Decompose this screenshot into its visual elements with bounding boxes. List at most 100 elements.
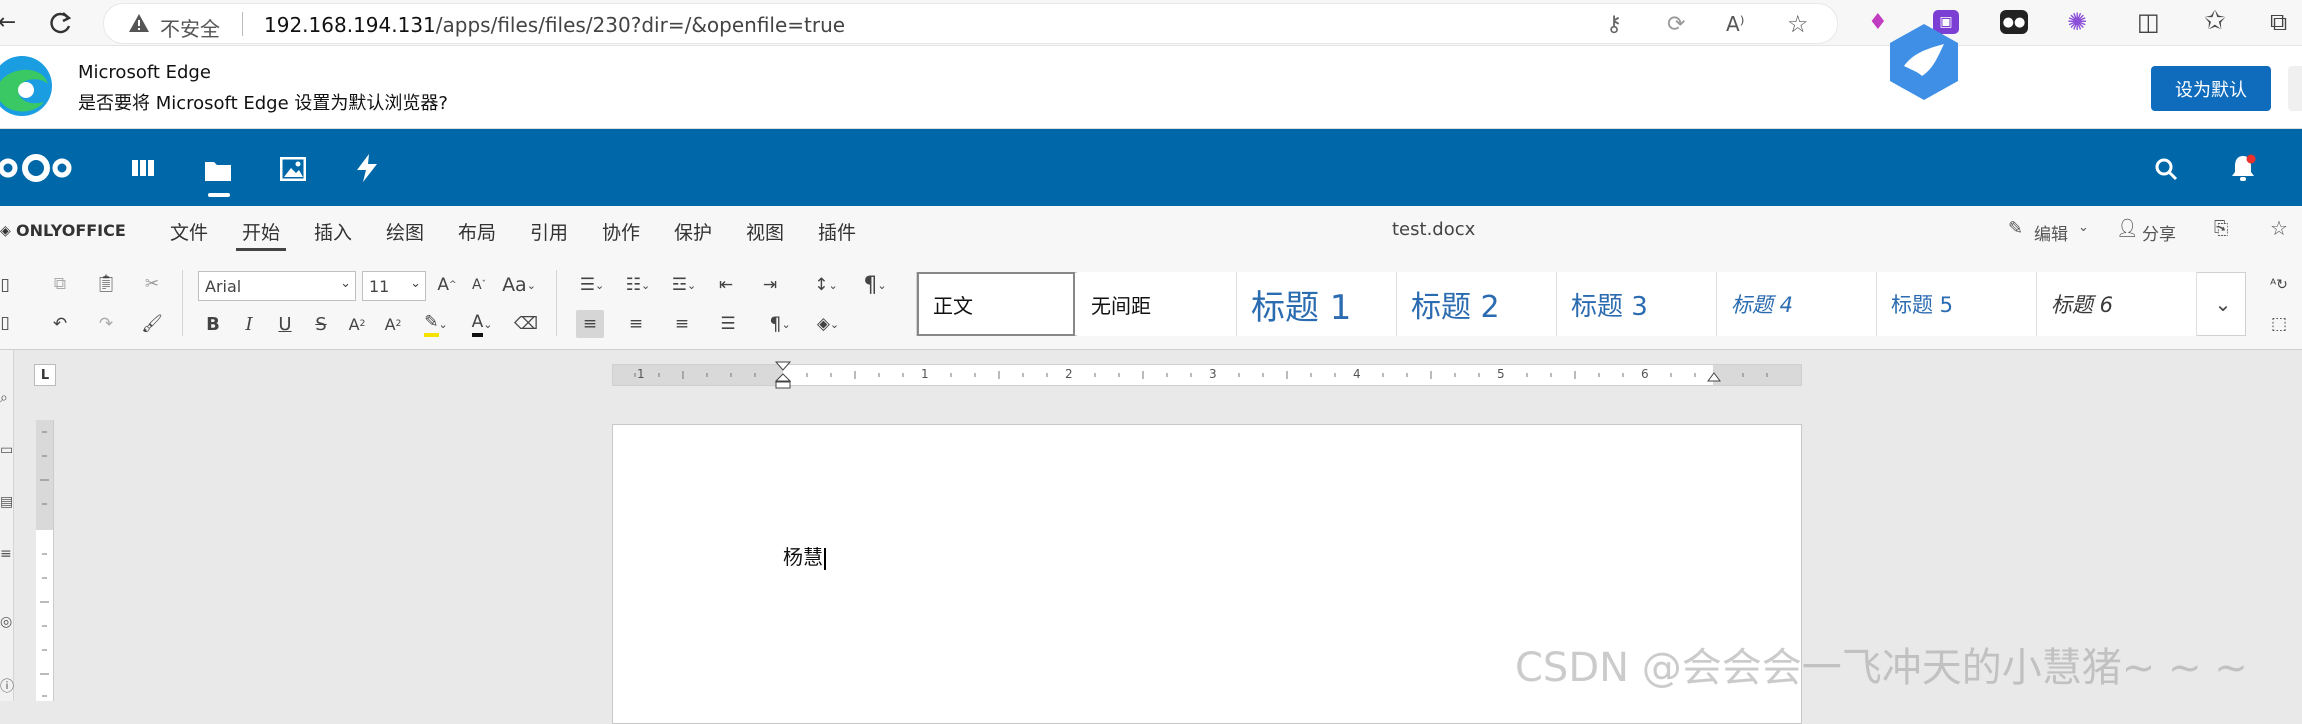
shading-icon[interactable]: ◈ ⌄ bbox=[808, 310, 848, 338]
redo-icon[interactable]: ↷ bbox=[92, 310, 120, 338]
numbering-icon[interactable]: ☷ ⌄ bbox=[620, 271, 656, 299]
activity-icon[interactable] bbox=[354, 153, 380, 183]
menu-view[interactable]: 视图 bbox=[746, 218, 784, 245]
align-center-icon[interactable]: ≡ bbox=[622, 310, 650, 338]
superscript-icon[interactable]: A2 bbox=[344, 310, 370, 338]
read-aloud-icon[interactable]: A⁾ bbox=[1726, 12, 1745, 36]
increase-indent-icon[interactable]: ⇥ bbox=[756, 271, 784, 299]
navigation-icon[interactable]: ≡ bbox=[0, 546, 12, 562]
search-icon[interactable] bbox=[2152, 155, 2180, 183]
indent-marker-icon[interactable] bbox=[774, 361, 792, 389]
font-size-select[interactable]: 11 ⌄ bbox=[362, 271, 426, 301]
align-left-icon[interactable]: ≡ bbox=[576, 310, 604, 338]
style-heading-6[interactable]: 标题 6 bbox=[2037, 272, 2197, 336]
extension-mask-icon[interactable]: ●● bbox=[2000, 10, 2028, 34]
favorite-star-icon[interactable]: ☆ bbox=[1787, 10, 1809, 38]
menu-protection[interactable]: 保护 bbox=[674, 218, 712, 245]
copy-icon[interactable]: ⧉ bbox=[46, 270, 74, 298]
menu-draw[interactable]: 绘图 bbox=[386, 218, 424, 245]
document-paragraph[interactable]: 杨慧 bbox=[783, 541, 826, 570]
paste-icon[interactable]: 📋︎ bbox=[92, 270, 120, 298]
right-indent-marker-icon[interactable] bbox=[1707, 371, 1721, 385]
favorite-doc-icon[interactable]: ☆ bbox=[2270, 216, 2288, 240]
chat-icon[interactable]: ▤ bbox=[0, 494, 13, 510]
edit-mode-label[interactable]: 编辑 bbox=[2034, 220, 2068, 245]
extension-brain-icon[interactable]: ✺ bbox=[2067, 8, 2087, 36]
style-heading-5[interactable]: 标题 5 bbox=[1877, 272, 2037, 336]
nextcloud-logo-icon[interactable] bbox=[0, 151, 72, 185]
menu-layout[interactable]: 布局 bbox=[458, 218, 496, 245]
plugins-side-icon[interactable]: ◎ bbox=[0, 614, 12, 630]
style-no-spacing[interactable]: 无间距 bbox=[1077, 272, 1237, 336]
subscript-icon[interactable]: A2 bbox=[380, 310, 406, 338]
menu-references[interactable]: 引用 bbox=[530, 218, 568, 245]
dashboard-icon[interactable] bbox=[130, 155, 156, 181]
replace-icon[interactable]: ᴬ↻ bbox=[2264, 271, 2294, 299]
back-arrow-icon[interactable]: ← bbox=[0, 6, 16, 38]
insecure-label[interactable]: 不安全 bbox=[160, 13, 220, 42]
multilevel-list-icon[interactable]: ☲ ⌄ bbox=[666, 271, 702, 299]
menu-collaboration[interactable]: 协作 bbox=[602, 218, 640, 245]
decrease-indent-icon[interactable]: ⇤ bbox=[712, 271, 740, 299]
menu-insert[interactable]: 插入 bbox=[314, 218, 352, 245]
increase-font-icon[interactable]: A ^ bbox=[434, 271, 460, 299]
line-spacing-icon[interactable]: ↕ ⌄ bbox=[808, 271, 844, 299]
files-icon[interactable] bbox=[204, 153, 232, 187]
photos-icon[interactable] bbox=[279, 155, 307, 183]
clear-style-icon[interactable]: ⌫ bbox=[512, 310, 540, 338]
nonprinting-chars-icon[interactable]: ¶ ⌄ bbox=[762, 310, 798, 338]
tab-stop-selector[interactable]: L bbox=[34, 364, 56, 386]
edit-pencil-icon[interactable]: ✎ bbox=[2008, 218, 2023, 239]
collections-icon[interactable]: ⧉ bbox=[2270, 8, 2287, 36]
style-heading-2[interactable]: 标题 2 bbox=[1397, 272, 1557, 336]
bullets-icon[interactable]: ☰ ⌄ bbox=[574, 271, 610, 299]
dismiss-button[interactable] bbox=[2288, 66, 2302, 111]
vertical-ruler[interactable] bbox=[36, 420, 54, 701]
style-heading-4[interactable]: 标题 4 bbox=[1717, 272, 1877, 336]
style-heading-3[interactable]: 标题 3 bbox=[1557, 272, 1717, 336]
paragraph-settings-icon[interactable]: ¶ ⌄ bbox=[854, 271, 896, 299]
change-case-icon[interactable]: Aa ⌄ bbox=[498, 271, 540, 299]
edit-chevron-icon[interactable]: ⌄ bbox=[2078, 220, 2089, 235]
menu-plugins[interactable]: 插件 bbox=[818, 218, 856, 245]
menu-file[interactable]: 文件 bbox=[170, 218, 208, 245]
horizontal-ruler[interactable]: 1 1 2 3 4 5 6 bbox=[612, 361, 1802, 389]
address-bar[interactable]: 不安全 192.168.194.131/apps/files/files/230… bbox=[103, 3, 1838, 44]
about-icon[interactable]: ⓘ bbox=[0, 676, 14, 696]
favorites-icon[interactable]: ✩ bbox=[2204, 6, 2226, 36]
font-name-select[interactable]: Arial ⌄ bbox=[198, 271, 356, 301]
refresh-icon[interactable] bbox=[44, 6, 78, 40]
highlight-icon[interactable]: ✎ ⌄ bbox=[416, 310, 456, 338]
font-color-icon[interactable]: A ⌄ bbox=[462, 310, 502, 338]
share-user-icon[interactable]: 👤︎ bbox=[2116, 218, 2139, 239]
key-icon[interactable]: ⚷ bbox=[1606, 12, 1622, 37]
align-right-icon[interactable]: ≡ bbox=[668, 310, 696, 338]
active-app-indicator bbox=[208, 193, 230, 197]
translate-icon[interactable]: ⟳ bbox=[1667, 12, 1685, 37]
italic-icon[interactable]: I bbox=[236, 310, 262, 338]
cut-icon[interactable]: ✂ bbox=[138, 270, 166, 298]
decrease-font-icon[interactable]: Aˇ bbox=[466, 271, 492, 299]
comments-icon[interactable]: ▭ bbox=[0, 442, 13, 458]
share-label[interactable]: 分享 bbox=[2142, 220, 2176, 245]
bold-icon[interactable]: B bbox=[200, 310, 226, 338]
justify-icon[interactable]: ☰ bbox=[714, 310, 742, 338]
style-normal[interactable]: 正文 bbox=[917, 272, 1075, 336]
bird-badge-icon[interactable] bbox=[1884, 22, 1964, 102]
open-location-icon[interactable]: ⎘ bbox=[2214, 218, 2228, 239]
set-default-button[interactable]: 设为默认 bbox=[2151, 66, 2271, 111]
copy-style-icon[interactable]: ▯ bbox=[0, 272, 10, 298]
url-text[interactable]: 192.168.194.131/apps/files/files/230?dir… bbox=[264, 13, 845, 37]
split-screen-icon[interactable]: ◫ bbox=[2137, 8, 2160, 36]
format-painter-icon[interactable]: 🖌︎ bbox=[138, 310, 166, 338]
select-all-icon[interactable]: ⬚ bbox=[2264, 310, 2294, 338]
search-doc-icon[interactable]: ⌕ bbox=[0, 390, 8, 406]
notifications-bell-icon[interactable] bbox=[2228, 153, 2258, 183]
undo-icon[interactable]: ↶ bbox=[46, 310, 74, 338]
print-icon[interactable]: ▯ bbox=[0, 310, 10, 336]
menu-home[interactable]: 开始 bbox=[242, 218, 280, 245]
underline-icon[interactable]: U bbox=[272, 310, 298, 338]
style-heading-1[interactable]: 标题 1 bbox=[1237, 272, 1397, 336]
style-gallery-expand-icon[interactable]: ⌄ bbox=[2200, 272, 2246, 336]
strikethrough-icon[interactable]: S bbox=[308, 310, 334, 338]
